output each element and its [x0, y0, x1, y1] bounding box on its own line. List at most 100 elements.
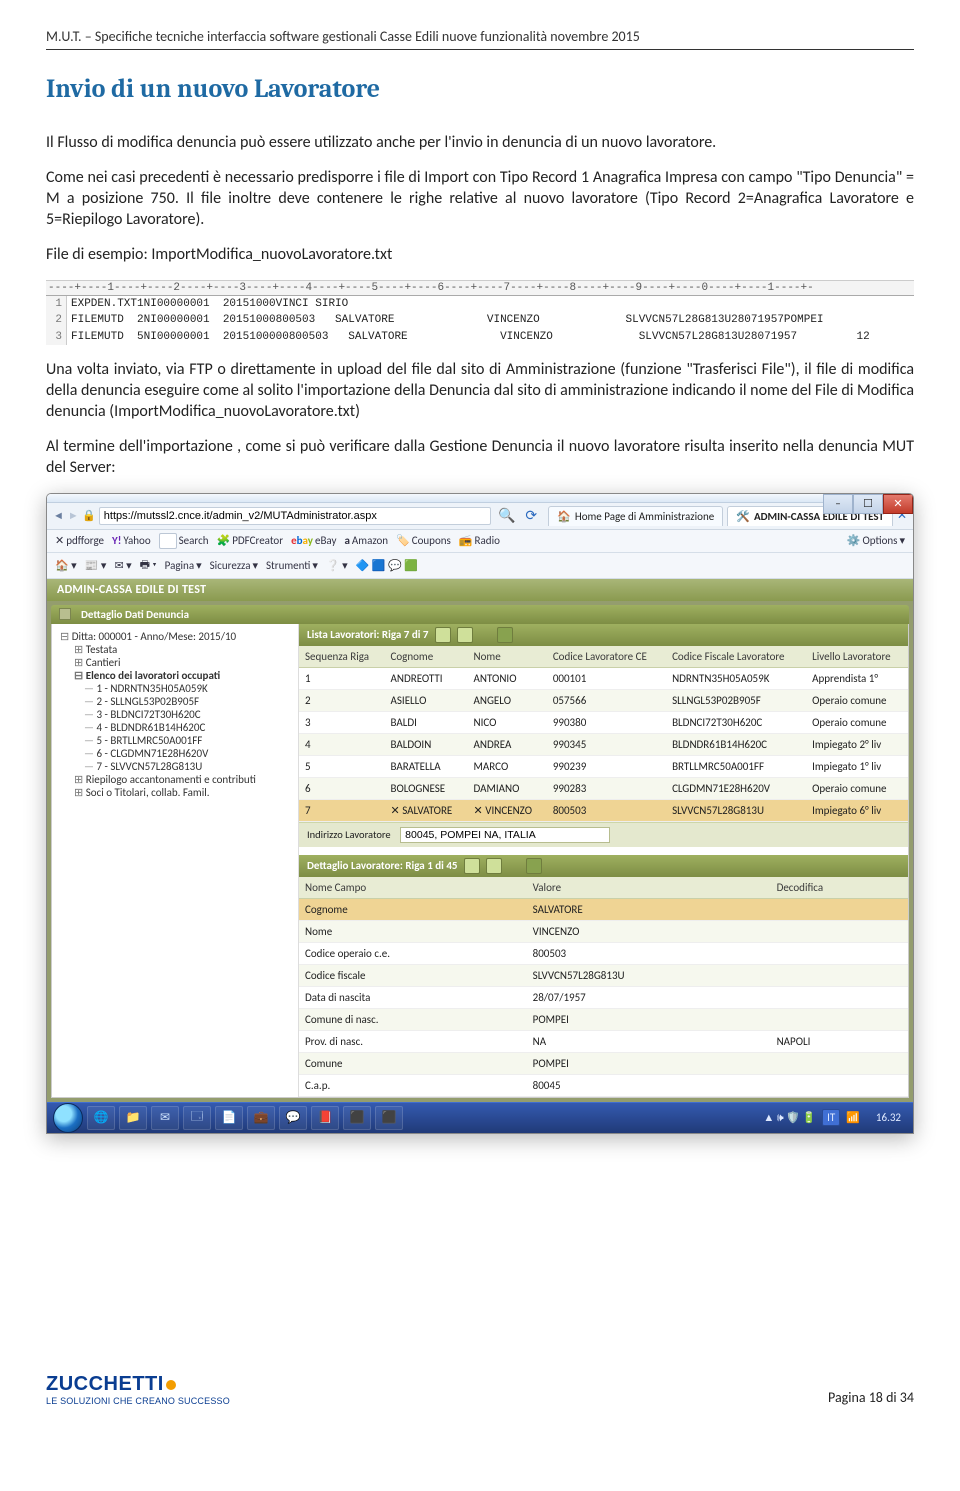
list-btn-3[interactable]	[497, 627, 513, 643]
tree-lavoratore-item[interactable]: 2 - SLLNGL53P02B905F	[84, 695, 290, 708]
tree-lavoratore-item[interactable]: 5 - BRTLLMRC50A001FF	[84, 734, 290, 747]
taskbar-explorer[interactable]: 📁	[119, 1106, 147, 1130]
table-row[interactable]: 2ASIELLOANGELO057566SLLNGL53P02B905FOper…	[299, 689, 908, 711]
back-button[interactable]: ◄	[53, 509, 64, 522]
grid-col-header[interactable]: Cognome	[385, 646, 468, 668]
table-cell: Codice operaio c.e.	[299, 942, 527, 964]
column-ruler: ----+----1----+----2----+----3----+----4…	[46, 280, 914, 296]
tree-lavoratore-item[interactable]: 6 - CLGDMN71E28H620V	[84, 747, 290, 760]
url-field[interactable]	[99, 507, 491, 525]
table-row[interactable]: Codice fiscaleSLVVCN57L28G813U	[299, 964, 908, 986]
table-cell: SLVVCN57L28G813U	[666, 799, 806, 821]
safety-menu[interactable]: Sicurezza ▾	[210, 559, 258, 572]
start-button[interactable]	[53, 1103, 83, 1133]
tray-network-icon[interactable]: 📶	[846, 1111, 860, 1124]
panel-dettaglio-denuncia: Dettaglio Dati Denuncia	[51, 605, 909, 624]
feeds-icon[interactable]: 📰 ▾	[85, 559, 107, 572]
taskbar-outlook[interactable]: ✉	[151, 1106, 179, 1130]
table-row[interactable]: CognomeSALVATORE	[299, 898, 908, 920]
ie-command-bar: 🏠 ▾ 📰 ▾ ✉ ▾ 🖶 ▾ Pagina ▾ Sicurezza ▾ Str…	[47, 553, 913, 579]
lista-lavoratori-grid[interactable]: Sequenza RigaCognomeNomeCodice Lavorator…	[299, 646, 908, 822]
table-row[interactable]: ComunePOMPEI	[299, 1052, 908, 1074]
grid-col-header[interactable]: Nome	[468, 646, 547, 668]
tray-clock[interactable]: 16.32	[876, 1111, 901, 1124]
fav-amazon[interactable]: a Amazon	[344, 534, 388, 547]
table-cell: ✕ SALVATORE	[385, 799, 468, 821]
taskbar-app1[interactable]: 🗔	[183, 1106, 211, 1130]
tree-lavoratore-item[interactable]: 4 - BLDNDR61B14H620C	[84, 721, 290, 734]
refresh-search-icon[interactable]: 🔍	[498, 507, 515, 524]
detail-btn-2[interactable]	[486, 858, 502, 874]
print-icon[interactable]: 🖶 ▾	[140, 556, 157, 575]
fav-ebay[interactable]: ebay eBay	[291, 534, 336, 547]
taskbar-app5[interactable]: ⬛	[375, 1106, 403, 1130]
close-button[interactable]: ✕	[883, 494, 913, 514]
taskbar-ie[interactable]: 🌐	[87, 1106, 115, 1130]
table-cell: ANTONIO	[468, 667, 547, 689]
table-row[interactable]: C.a.p.80045	[299, 1074, 908, 1096]
table-cell: NAPOLI	[771, 1030, 908, 1052]
table-row[interactable]: Prov. di nasc.NANAPOLI	[299, 1030, 908, 1052]
table-cell	[771, 942, 908, 964]
home-icon[interactable]: 🏠 ▾	[55, 559, 77, 572]
detail-btn-3[interactable]	[526, 858, 542, 874]
taskbar-app4[interactable]: ⬛	[343, 1106, 371, 1130]
help-icon[interactable]: ❔ ▾	[326, 559, 348, 572]
page-header: M.U.T. – Specifiche tecniche interfaccia…	[46, 28, 914, 45]
tree-lavoratore-item[interactable]: 3 - BLDNCI72T30H620C	[84, 708, 290, 721]
list-btn-2[interactable]	[457, 627, 473, 643]
tree-nav[interactable]: Ditta: 000001 - Anno/Mese: 2015/10 Testa…	[52, 624, 299, 1097]
detail-btn-1[interactable]	[464, 858, 480, 874]
reload-icon[interactable]: ⟳	[525, 507, 537, 524]
table-row[interactable]: 3BALDINICO990380BLDNCI72T30H620COperaio …	[299, 711, 908, 733]
page-menu[interactable]: Pagina ▾	[165, 559, 202, 572]
grid-col-header[interactable]: Decodifica	[771, 877, 908, 899]
fav-pdfforge[interactable]: ✕ pdfforge	[55, 534, 104, 547]
maximize-button[interactable]: ☐	[853, 494, 883, 514]
grid-col-header[interactable]: Sequenza Riga	[299, 646, 385, 668]
tools-menu[interactable]: Strumenti ▾	[266, 559, 318, 572]
browser-window: – ☐ ✕ ◄ ► 🔒 🔍 ⟳ 🏠Home Page di Amministra…	[46, 493, 914, 1134]
tab-favicon: 🏠	[557, 510, 571, 523]
grid-col-header[interactable]: Codice Fiscale Lavoratore	[666, 646, 806, 668]
taskbar-skype[interactable]: 💬	[279, 1106, 307, 1130]
tree-lavoratore-item[interactable]: 1 - NDRNTN35H05A059K	[84, 682, 290, 695]
table-row[interactable]: 5BARATELLAMARCO990239BRTLLMRC50A001FFImp…	[299, 755, 908, 777]
header-rule	[46, 49, 914, 50]
mail-icon[interactable]: ✉ ▾	[114, 559, 131, 572]
table-row[interactable]: 7✕ SALVATORE✕ VINCENZO800503SLVVCN57L28G…	[299, 799, 908, 821]
table-row[interactable]: Comune di nasc.POMPEI	[299, 1008, 908, 1030]
fav-search[interactable]: Search	[159, 533, 209, 549]
tray-icons[interactable]: ▲ 🕪 🛡️ 🔋	[763, 1111, 816, 1125]
table-row[interactable]: NomeVINCENZO	[299, 920, 908, 942]
app-title-strip: ADMIN-CASSA EDILE DI TEST	[47, 579, 913, 601]
minimize-button[interactable]: –	[823, 494, 853, 514]
dettaglio-lavoratore-grid[interactable]: Nome CampoValoreDecodifica CognomeSALVAT…	[299, 877, 908, 1097]
tray-language[interactable]: IT	[822, 1109, 840, 1126]
taskbar-app3[interactable]: 💼	[247, 1106, 275, 1130]
taskbar-app2[interactable]: 📄	[215, 1106, 243, 1130]
fav-pdfcreator[interactable]: 🧩 PDFCreator	[217, 534, 284, 547]
grid-col-header[interactable]: Livello Lavoratore	[806, 646, 908, 668]
list-btn-1[interactable]	[435, 627, 451, 643]
grid-col-header[interactable]: Nome Campo	[299, 877, 527, 899]
forward-button[interactable]: ►	[68, 509, 79, 522]
table-row[interactable]: Data di nascita28/07/1957	[299, 986, 908, 1008]
table-row[interactable]: 1ANDREOTTIANTONIO000101NDRNTN35H05A059KA…	[299, 667, 908, 689]
browser-tab[interactable]: 🏠Home Page di Amministrazione	[548, 506, 723, 526]
table-cell: BALDOIN	[385, 733, 468, 755]
tree-lavoratore-item[interactable]: 7 - SLVVCN57L28G813U	[84, 760, 290, 773]
fav-coupons[interactable]: 🏷️ Coupons	[396, 534, 451, 547]
table-row[interactable]: 6BOLOGNESEDAMIANO990283CLGDMN71E28H620VO…	[299, 777, 908, 799]
table-cell: Nome	[299, 920, 527, 942]
fav-radio[interactable]: 📻 Radio	[459, 534, 500, 547]
taskbar-pdf[interactable]: 📕	[311, 1106, 339, 1130]
fav-yahoo[interactable]: Y! Yahoo	[112, 534, 151, 547]
table-row[interactable]: 4BALDOINANDREA990345BLDNDR61B14H620CImpi…	[299, 733, 908, 755]
table-row[interactable]: Codice operaio c.e.800503	[299, 942, 908, 964]
fav-options[interactable]: ⚙️ Options ▾	[847, 534, 905, 547]
grid-col-header[interactable]: Codice Lavoratore CE	[547, 646, 666, 668]
table-cell: 800503	[547, 799, 666, 821]
grid-col-header[interactable]: Valore	[527, 877, 771, 899]
indirizzo-lavoratore-input[interactable]	[400, 827, 610, 843]
